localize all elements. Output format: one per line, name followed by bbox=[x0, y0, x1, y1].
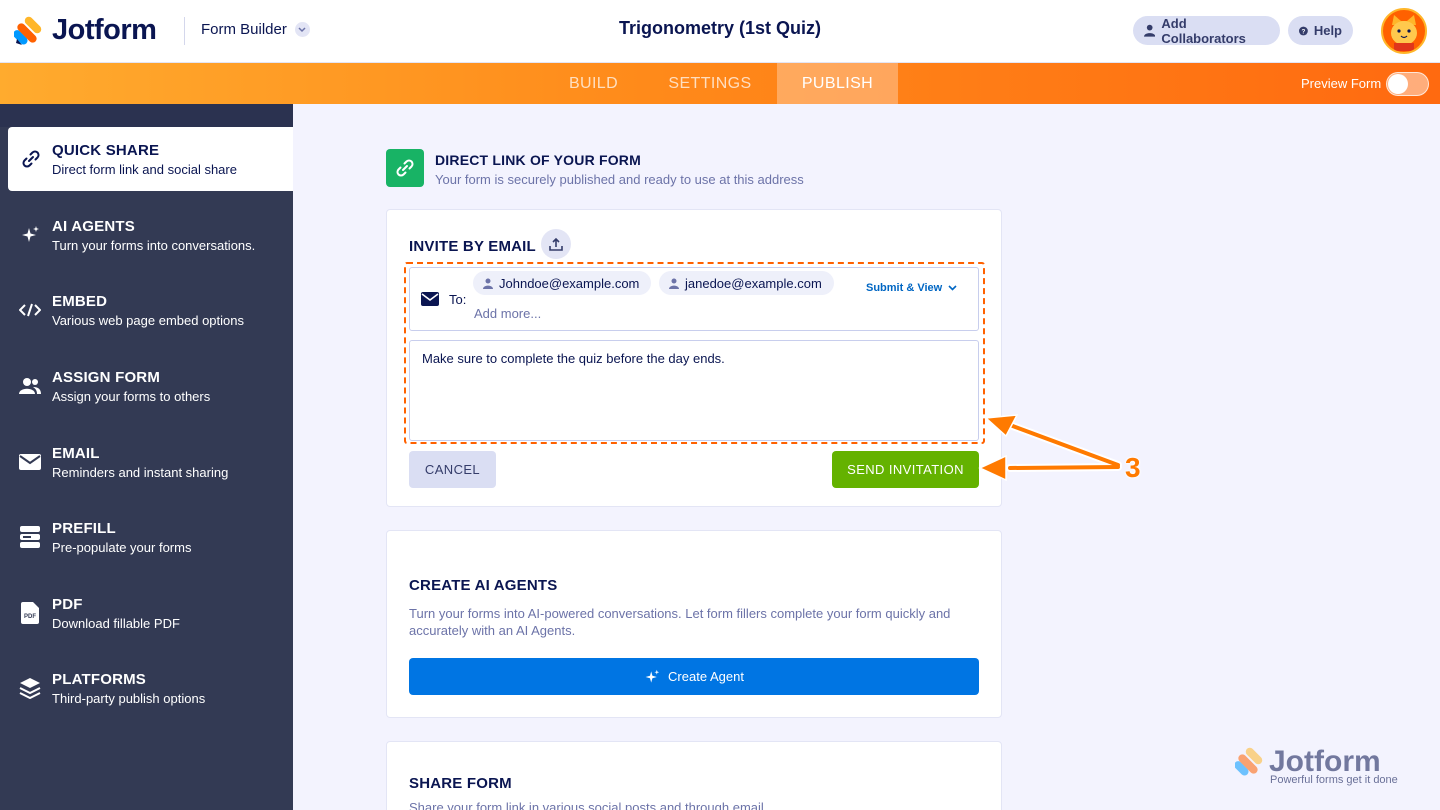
cat-avatar-icon bbox=[1391, 15, 1417, 51]
highlight-dashed-box bbox=[404, 262, 985, 444]
sidebar-item-title: ASSIGN FORM bbox=[52, 368, 161, 386]
brand-name: Jotform bbox=[52, 14, 157, 46]
sidebar-item-subtitle: Pre-populate your forms bbox=[52, 539, 192, 555]
direct-link-title: DIRECT LINK OF YOUR FORM bbox=[435, 152, 641, 168]
toggle-knob bbox=[1388, 74, 1408, 94]
sidebar-item-prefill[interactable]: PREFILL Pre-populate your forms bbox=[0, 505, 293, 569]
pdf-icon: PDF bbox=[19, 602, 41, 624]
jotform-logo[interactable]: Jotform bbox=[14, 14, 157, 47]
add-collaborators-label: Add Collaborators bbox=[1161, 15, 1246, 46]
sidebar-item-title: PREFILL bbox=[52, 519, 116, 537]
header-divider bbox=[184, 17, 185, 45]
sidebar-item-ai-agents[interactable]: AI AGENTS Turn your forms into conversat… bbox=[0, 203, 293, 267]
prefill-icon bbox=[19, 526, 41, 548]
sidebar-item-title: QUICK SHARE bbox=[52, 141, 160, 159]
create-agent-label: Create Agent bbox=[668, 669, 744, 684]
upload-contacts-button[interactable] bbox=[541, 229, 571, 259]
top-header: Jotform Form Builder Trigonometry (1st Q… bbox=[0, 0, 1440, 63]
svg-text:?: ? bbox=[1301, 28, 1305, 35]
invite-by-email-title: INVITE BY EMAIL bbox=[409, 238, 536, 255]
sidebar-item-subtitle: Assign your forms to others bbox=[52, 388, 211, 404]
preview-form-label: Preview Form bbox=[1301, 76, 1382, 91]
sidebar-item-title: EMAIL bbox=[52, 444, 100, 462]
users-icon bbox=[19, 375, 41, 397]
sparkle-icon bbox=[645, 669, 660, 683]
cancel-button[interactable]: CANCEL bbox=[409, 451, 496, 488]
user-icon bbox=[1144, 24, 1156, 37]
sidebar-item-subtitle: Third-party publish options bbox=[52, 690, 206, 706]
jotform-logo-icon bbox=[1235, 747, 1263, 776]
create-agent-button[interactable]: Create Agent bbox=[409, 658, 979, 695]
sidebar-item-email[interactable]: EMAIL Reminders and instant sharing bbox=[0, 430, 293, 494]
help-label: Help bbox=[1313, 23, 1342, 38]
tab-build[interactable]: BUILD bbox=[548, 63, 639, 104]
share-form-description: Share your form link in various social p… bbox=[409, 800, 764, 810]
sidebar-item-subtitle: Direct form link and social share bbox=[52, 161, 237, 177]
tab-settings[interactable]: SETTINGS bbox=[649, 63, 771, 104]
sidebar-item-quick-share[interactable]: QUICK SHARE Direct form link and social … bbox=[8, 127, 293, 191]
direct-link-subtitle: Your form is securely published and read… bbox=[435, 172, 804, 187]
sidebar-item-subtitle: Download fillable PDF bbox=[52, 615, 180, 631]
sparkle-icon bbox=[19, 224, 41, 246]
help-icon: ? bbox=[1299, 26, 1308, 35]
tab-publish[interactable]: PUBLISH bbox=[777, 63, 898, 104]
link-icon bbox=[20, 148, 42, 170]
envelope-icon bbox=[19, 451, 41, 473]
link-icon bbox=[396, 159, 414, 177]
chevron-down-icon bbox=[294, 22, 310, 37]
create-ai-agents-title: CREATE AI AGENTS bbox=[409, 577, 558, 594]
jotform-logo-icon bbox=[14, 16, 42, 45]
builder-nav: BUILD SETTINGS PUBLISH Preview Form bbox=[0, 63, 1440, 104]
form-builder-label: Form Builder bbox=[201, 21, 287, 38]
sidebar-item-subtitle: Reminders and instant sharing bbox=[52, 464, 229, 480]
share-form-title: SHARE FORM bbox=[409, 775, 512, 792]
sidebar-item-subtitle: Various web page embed options bbox=[52, 312, 244, 328]
sidebar-item-pdf[interactable]: PDF PDF Download fillable PDF bbox=[0, 581, 293, 645]
sidebar-item-title: EMBED bbox=[52, 292, 108, 310]
layers-icon bbox=[19, 677, 41, 699]
form-builder-dropdown[interactable]: Form Builder bbox=[201, 21, 310, 38]
sidebar-item-title: PDF bbox=[52, 595, 83, 613]
annotation-step-number: 3 bbox=[1125, 452, 1141, 483]
code-icon bbox=[19, 299, 41, 321]
sidebar-item-title: PLATFORMS bbox=[52, 670, 147, 688]
help-button[interactable]: ? Help bbox=[1288, 16, 1353, 45]
send-invitation-button[interactable]: SEND INVITATION bbox=[832, 451, 979, 488]
sidebar-item-platforms[interactable]: PLATFORMS Third-party publish options bbox=[0, 656, 293, 720]
sidebar-item-title: AI AGENTS bbox=[52, 217, 135, 235]
user-avatar[interactable] bbox=[1381, 8, 1427, 54]
sidebar-top-strip bbox=[0, 104, 293, 127]
sidebar-item-assign-form[interactable]: ASSIGN FORM Assign your forms to others bbox=[0, 354, 293, 418]
direct-link-icon-box bbox=[386, 149, 424, 187]
upload-icon bbox=[549, 237, 563, 251]
watermark-tagline: Powerful forms get it done bbox=[1270, 774, 1398, 786]
create-ai-agents-description: Turn your forms into AI-powered conversa… bbox=[409, 606, 951, 638]
svg-text:PDF: PDF bbox=[24, 614, 36, 620]
sidebar-item-embed[interactable]: EMBED Various web page embed options bbox=[0, 278, 293, 342]
sidebar-item-subtitle: Turn your forms into conversations. bbox=[52, 237, 256, 253]
add-collaborators-button[interactable]: Add Collaborators bbox=[1133, 15, 1280, 46]
preview-form-toggle[interactable] bbox=[1386, 72, 1429, 96]
